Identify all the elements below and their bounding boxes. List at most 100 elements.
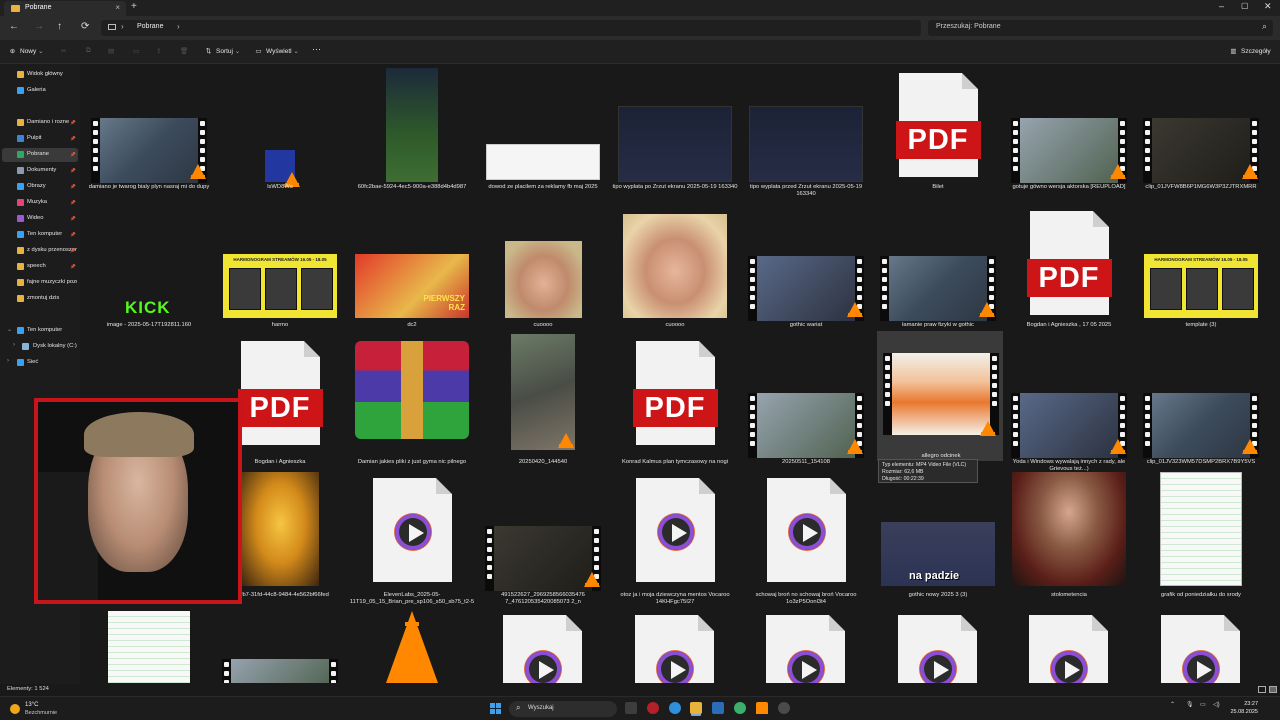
- file-item[interactable]: gotuje gówno wersja aktorska [REUPLOAD]: [1005, 66, 1133, 204]
- file-item[interactable]: cuoooo: [611, 204, 739, 342]
- sidebar-item[interactable]: › Dysk lokalny (C:): [2, 340, 78, 354]
- view-button[interactable]: ▭ Wyświetl ⌄: [254, 47, 298, 55]
- file-item[interactable]: 60fc2bae-5924-4ec5-900a-e388d4b4d987: [348, 66, 476, 204]
- up-button[interactable]: ↑: [57, 21, 62, 32]
- task-view-icon[interactable]: [625, 702, 637, 714]
- more-options-button[interactable]: ···: [312, 44, 321, 54]
- file-item[interactable]: [85, 609, 213, 683]
- sidebar-item[interactable]: Ten komputer 📌: [2, 228, 78, 242]
- file-item[interactable]: łamanie praw fizyki w gothic: [874, 204, 1002, 342]
- sidebar-item[interactable]: Damiano i rozne 📌: [2, 116, 78, 130]
- file-item[interactable]: stolometencia: [1005, 472, 1133, 612]
- file-item[interactable]: grafik od poniedziałku do srody: [1137, 472, 1265, 612]
- cut-icon[interactable]: ✂: [61, 47, 66, 55]
- file-item[interactable]: Damian jakies pliki z just gyma nic piln…: [348, 341, 476, 479]
- sidebar-item[interactable]: Pulpit 📌: [2, 132, 78, 146]
- new-tab-button[interactable]: +: [131, 1, 137, 12]
- sidebar-item[interactable]: zmontuj dzis: [2, 292, 78, 306]
- file-item[interactable]: dowod ze placilem za reklamy fb maj 2025: [479, 66, 607, 204]
- file-item[interactable]: damiano je twarog bialy plyn nasraj mi d…: [85, 66, 213, 204]
- file-item[interactable]: 491522627_2969258566035476 7_47612053542…: [479, 474, 607, 612]
- chevron-right-icon[interactable]: ›: [121, 22, 124, 31]
- sidebar-item[interactable]: › Sieć: [2, 356, 78, 370]
- expand-chevron-icon[interactable]: ›: [13, 342, 15, 348]
- file-item[interactable]: gothic wariat: [742, 204, 870, 342]
- minimize-button[interactable]: –: [1219, 1, 1224, 11]
- close-window-button[interactable]: ✕: [1264, 1, 1272, 12]
- expand-chevron-icon[interactable]: ⌄: [7, 326, 12, 333]
- breadcrumb[interactable]: Pobrane: [137, 23, 163, 30]
- file-item[interactable]: tipo wyplata po Zrzut ekranu 2025-05-19 …: [611, 66, 739, 204]
- file-item[interactable]: clip_01JV323WM57DSMP2BRX7B9Y5VS: [1137, 341, 1265, 479]
- file-item[interactable]: cuoooo: [479, 204, 607, 342]
- file-item[interactable]: HARMONOGRAM STREAMÓW 16.05 - 18.05 harmo: [216, 204, 344, 342]
- sidebar-item[interactable]: z dysku przenoszone 📌: [2, 244, 78, 258]
- sidebar-item[interactable]: Wideo 📌: [2, 212, 78, 226]
- back-button[interactable]: ←: [9, 21, 19, 32]
- sidebar-item[interactable]: speech 📌: [2, 260, 78, 274]
- file-item[interactable]: clip_01JVFW8B6P1MG6W3P3ZJTRXMRR: [1137, 66, 1265, 204]
- maximize-button[interactable]: ▢: [1241, 1, 1249, 10]
- file-item[interactable]: otoz ja i moja dziewczyna mentos Vocaroo…: [611, 474, 739, 612]
- sidebar-item[interactable]: Muzyka 📌: [2, 196, 78, 210]
- file-item[interactable]: PIERWSZY RAZ dc2: [348, 204, 476, 342]
- media-player-icon[interactable]: [778, 702, 790, 714]
- details-button[interactable]: ▥ Szczegóły: [1229, 47, 1270, 55]
- tiles-view-icon[interactable]: [1269, 686, 1277, 693]
- sidebar-item[interactable]: Dokumenty 📌: [2, 164, 78, 178]
- forward-button[interactable]: →: [34, 21, 44, 32]
- file-item[interactable]: [1137, 609, 1265, 683]
- file-item[interactable]: [479, 609, 607, 683]
- details-view-icon[interactable]: [1258, 686, 1266, 693]
- taskbar-search-input[interactable]: Wyszukaj: [528, 705, 554, 711]
- file-item[interactable]: [874, 609, 1002, 683]
- paste-icon[interactable]: ▤: [108, 47, 114, 55]
- notepad-icon[interactable]: [712, 702, 724, 714]
- microphone-icon[interactable]: 🎙: [1186, 701, 1194, 708]
- tab-pobrane[interactable]: Pobrane ×: [4, 1, 126, 16]
- file-item[interactable]: PDF Konrad Kalmus plan tymczasowy na nogi: [611, 341, 739, 479]
- file-item[interactable]: [216, 609, 344, 683]
- close-tab-icon[interactable]: ×: [115, 3, 120, 12]
- file-item[interactable]: [1005, 609, 1133, 683]
- sort-button[interactable]: ⇅ Sortuj ⌄: [204, 47, 240, 55]
- file-item[interactable]: tipo wyplata przed Zrzut ekranu 2025-05-…: [742, 66, 870, 204]
- vlc-icon[interactable]: [756, 702, 768, 714]
- refresh-button[interactable]: ⟳: [81, 21, 89, 32]
- file-item[interactable]: [742, 609, 870, 683]
- share-icon[interactable]: ⇪: [156, 47, 161, 55]
- file-item[interactable]: schowaj broń no schowaj broń Vocaroo 1o3…: [742, 474, 870, 612]
- sidebar-item[interactable]: fajne muzyczki pozdro: [2, 276, 78, 290]
- chevron-up-icon[interactable]: ⌃: [1170, 701, 1175, 708]
- sidebar-item[interactable]: Galeria: [2, 84, 78, 98]
- search-input[interactable]: Przeszukaj: Pobrane: [936, 23, 1001, 30]
- address-bar[interactable]: › Pobrane ›: [101, 20, 921, 36]
- file-item[interactable]: [611, 609, 739, 683]
- file-item[interactable]: na padzie gothic nowy 2025 3 (3): [874, 474, 1002, 612]
- sidebar-item[interactable]: ⌄ Ten komputer: [2, 324, 78, 338]
- file-item[interactable]: PDF Bogdan i Agnieszka , 17 05 2025: [1005, 204, 1133, 342]
- search-box[interactable]: Przeszukaj: Pobrane ⌕: [928, 20, 1273, 36]
- start-button[interactable]: [490, 703, 501, 714]
- new-button[interactable]: ⊕ Nowy ⌄: [8, 47, 44, 55]
- edge-icon[interactable]: [669, 702, 681, 714]
- file-item[interactable]: HARMONOGRAM STREAMÓW 16.05 - 18.05 templa…: [1137, 204, 1265, 342]
- expand-chevron-icon[interactable]: ›: [7, 358, 9, 364]
- file-item[interactable]: ElevenLabs_2025-05-11T19_05_15_Brian_pre…: [348, 474, 476, 612]
- file-item[interactable]: allegro odcinek: [877, 331, 1003, 461]
- xbox-icon[interactable]: [734, 702, 746, 714]
- copy-icon[interactable]: ⧉: [86, 47, 91, 55]
- file-explorer-icon[interactable]: [690, 702, 702, 714]
- file-item[interactable]: Yoda i Windows wywalają innych z rady, a…: [1005, 341, 1133, 479]
- file-item[interactable]: 20250511_154108: [742, 341, 870, 479]
- breadcrumb-chevron[interactable]: ›: [177, 22, 180, 31]
- file-item[interactable]: 20250420_144540: [479, 334, 607, 479]
- file-item[interactable]: lsWD8Wa: [216, 66, 344, 204]
- file-item[interactable]: KICK image - 2025-05-17T192811.160: [85, 204, 213, 342]
- rename-icon[interactable]: ▭: [133, 47, 139, 55]
- network-icon[interactable]: ▭: [1200, 701, 1206, 708]
- taskbar-search[interactable]: ⌕ Wyszukaj: [509, 701, 617, 717]
- clock[interactable]: 23:27 25.08.2025: [1228, 700, 1258, 716]
- opera-icon[interactable]: [647, 702, 659, 714]
- volume-icon[interactable]: ◁): [1213, 701, 1220, 708]
